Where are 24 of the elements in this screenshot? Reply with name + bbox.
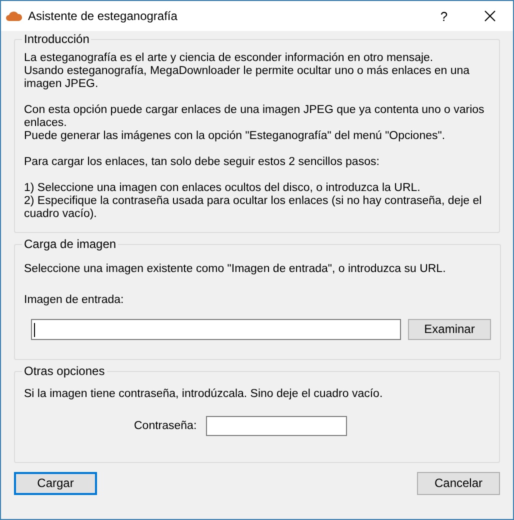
intro-text: Para cargar los enlaces, tan solo debe seguir estos 2 sencillos pasos: — [24, 156, 380, 169]
cloud-icon — [6, 10, 22, 22]
group-title: Carga de imagen — [23, 238, 118, 251]
password-input-field[interactable] — [206, 416, 347, 436]
intro-text: La esteganografía es el arte y ciencia de esconder información en otro mensaje. — [24, 52, 434, 65]
password-label: Contraseña: — [134, 420, 197, 432]
dialog-button[interactable]: Cancelar — [417, 472, 500, 495]
intro-text: 2) Especifique la contraseña usada para ocultar los enlaces (si no hay contraseña, deje el cuadro vacío). — [24, 195, 483, 221]
window-title: Asistente de esteganografía — [28, 10, 178, 22]
text-caret — [34, 322, 35, 336]
group-title: Otras opciones — [23, 365, 106, 378]
intro-text: 1) Seleccione una imagen con enlaces ocultos del disco, o introduzca la URL. — [24, 182, 422, 195]
image-field-label: Imagen de entrada: — [24, 294, 125, 307]
close-icon — [484, 10, 496, 22]
image-description: Seleccione una imagen existente como "Imagen de entrada", o introduzca su URL. — [24, 263, 447, 276]
image-input-field[interactable] — [31, 319, 401, 340]
intro-text: Con esta opción puede cargar enlaces de una imagen JPEG que ya contenta uno o varios enlaces. — [24, 104, 486, 130]
group-title: Introducción — [23, 33, 90, 46]
password-description: Si la imagen tiene contraseña, introdúzcala. Sino deje el cuadro vacío. — [24, 388, 384, 401]
help-button[interactable]: ? — [421, 1, 467, 31]
intro-text: Usando esteganografía, MegaDownloader le permite ocultar uno o más enlaces en una imagen JPEG. — [24, 65, 471, 91]
dialog-button[interactable]: Cargar — [14, 472, 97, 495]
intro-text: Puede generar las imágenes con la opción "Esteganografía" del menú "Opciones". — [24, 130, 446, 143]
browse-button[interactable]: Examinar — [408, 319, 491, 340]
